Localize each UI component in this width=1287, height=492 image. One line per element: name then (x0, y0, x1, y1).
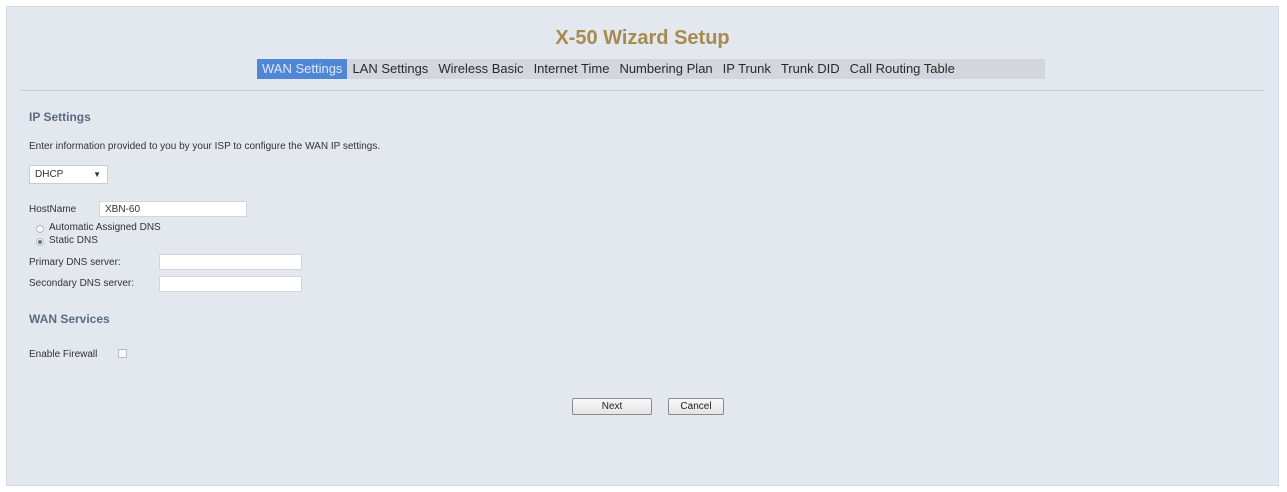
chevron-down-icon: ▼ (93, 170, 101, 179)
next-button[interactable]: Next (572, 398, 652, 415)
hostname-field[interactable] (99, 201, 247, 217)
tab-trunk-did[interactable]: Trunk DID (776, 59, 845, 79)
primary-dns-field[interactable] (159, 254, 302, 270)
connection-type-select[interactable]: DHCP ▼ (29, 165, 108, 184)
tab-call-routing-table[interactable]: Call Routing Table (845, 59, 960, 79)
ip-settings-heading: IP Settings (29, 110, 91, 124)
static-dns-radio[interactable] (36, 238, 44, 246)
enable-firewall-label: Enable Firewall (29, 349, 98, 360)
wan-services-heading: WAN Services (29, 312, 110, 326)
primary-dns-label: Primary DNS server: (29, 257, 121, 268)
page-title: X-50 Wizard Setup (555, 27, 730, 49)
tab-lan-settings[interactable]: LAN Settings (347, 59, 433, 79)
static-dns-label: Static DNS (49, 235, 98, 246)
enable-firewall-checkbox[interactable] (118, 349, 127, 358)
tab-ip-trunk[interactable]: IP Trunk (718, 59, 776, 79)
secondary-dns-label: Secondary DNS server: (29, 278, 135, 289)
secondary-dns-field[interactable] (159, 276, 302, 292)
hostname-label: HostName (29, 204, 77, 215)
tab-internet-time[interactable]: Internet Time (529, 59, 615, 79)
header-divider (21, 90, 1264, 91)
tab-bar: WAN Settings LAN Settings Wireless Basic… (257, 59, 1045, 79)
wizard-panel: X-50 Wizard Setup WAN Settings LAN Setti… (6, 6, 1279, 486)
connection-type-value: DHCP (35, 169, 64, 180)
automatic-dns-label: Automatic Assigned DNS (49, 222, 161, 233)
automatic-dns-radio[interactable] (36, 225, 44, 233)
ip-settings-instruction: Enter information provided to you by you… (29, 141, 381, 152)
cancel-button[interactable]: Cancel (668, 398, 724, 415)
tab-numbering-plan[interactable]: Numbering Plan (614, 59, 717, 79)
tab-wan-settings[interactable]: WAN Settings (257, 59, 348, 79)
tab-wireless-basic[interactable]: Wireless Basic (433, 59, 528, 79)
